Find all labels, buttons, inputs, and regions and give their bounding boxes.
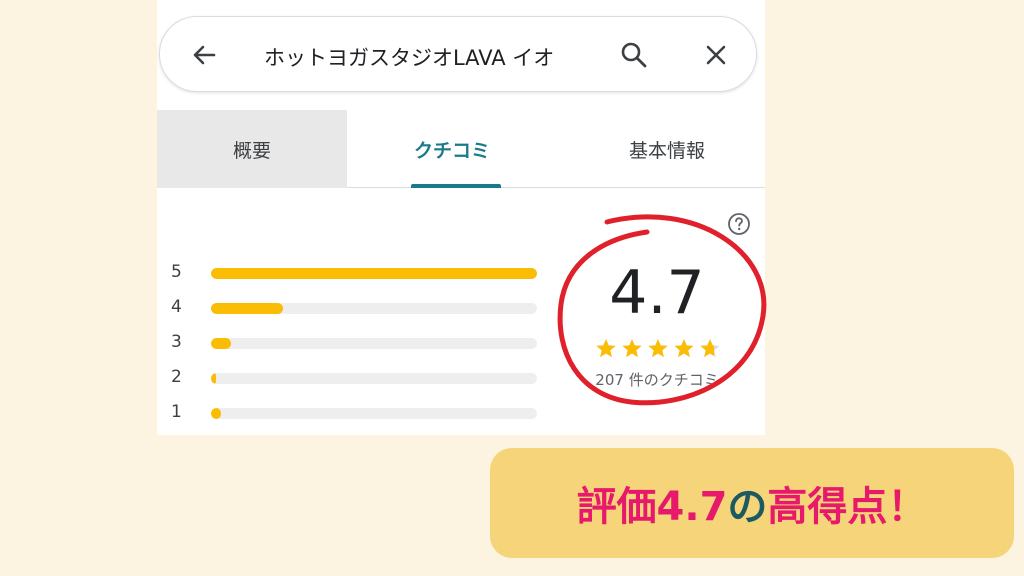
star-filled-icon (648, 339, 668, 358)
tab-overview[interactable]: 概要 (157, 110, 347, 188)
star-filled-icon (596, 339, 616, 358)
average-rating: 4.7 (609, 258, 705, 328)
rating-bar-track (211, 373, 537, 384)
promo-banner: 評価4.7 の 高得点！ (490, 448, 1014, 558)
rating-bar-label: 2 (171, 367, 182, 387)
tab-overview-label: 概要 (232, 139, 271, 162)
rating-bar-row-3: 3 (171, 332, 551, 352)
rating-bar-row-5: 5 (171, 262, 551, 282)
rating-bar-fill (211, 338, 231, 349)
review-card: ホットヨガスタジオLAVA イオ 概要 クチコミ 基本情報 5 4 3 2 1 … (157, 0, 765, 435)
rating-bar-label: 5 (171, 262, 182, 282)
rating-bar-fill (211, 303, 283, 314)
rating-bar-row-2: 2 (171, 367, 551, 387)
search-bar[interactable]: ホットヨガスタジオLAVA イオ (159, 16, 757, 92)
tab-bar: 概要 クチコミ 基本情報 (157, 110, 765, 188)
star-filled-icon (622, 339, 642, 358)
search-icon (621, 42, 647, 68)
tab-reviews[interactable]: クチコミ (347, 110, 557, 188)
tab-basic-info-label: 基本情報 (628, 139, 705, 162)
rating-bar-track (211, 268, 537, 279)
star-rating (596, 339, 720, 358)
rating-bar-track (211, 408, 537, 419)
rating-bar-track (211, 338, 537, 349)
rating-bar-track (211, 303, 537, 314)
rating-bar-fill (211, 408, 221, 419)
back-button[interactable] (188, 39, 220, 71)
rating-bar-row-4: 4 (171, 297, 551, 317)
help-circle-icon (728, 213, 750, 235)
search-input[interactable]: ホットヨガスタジオLAVA イオ (264, 42, 594, 72)
rating-bar-row-1: 1 (171, 402, 551, 422)
arrow-back-icon (193, 45, 216, 65)
star-filled-icon (674, 339, 694, 358)
help-button[interactable] (727, 212, 751, 236)
rating-bar-label: 4 (171, 297, 182, 317)
search-button[interactable] (618, 39, 650, 71)
close-icon (706, 45, 726, 65)
clear-button[interactable] (700, 39, 732, 71)
banner-text-particle: の (727, 484, 768, 530)
tab-selected-indicator (411, 184, 501, 188)
rating-bar-label: 1 (171, 402, 182, 422)
tab-basic-info[interactable]: 基本情報 (577, 110, 757, 188)
banner-text-rating: 評価4.7 (576, 484, 728, 530)
rating-bar-fill (211, 373, 216, 384)
banner-text-highscore: 高得点！ (767, 484, 928, 530)
tab-reviews-label: クチコミ (413, 139, 490, 162)
rating-bar-fill (211, 268, 537, 279)
review-count[interactable]: 207 件のクチコミ (572, 369, 742, 390)
rating-bar-label: 3 (171, 332, 182, 352)
